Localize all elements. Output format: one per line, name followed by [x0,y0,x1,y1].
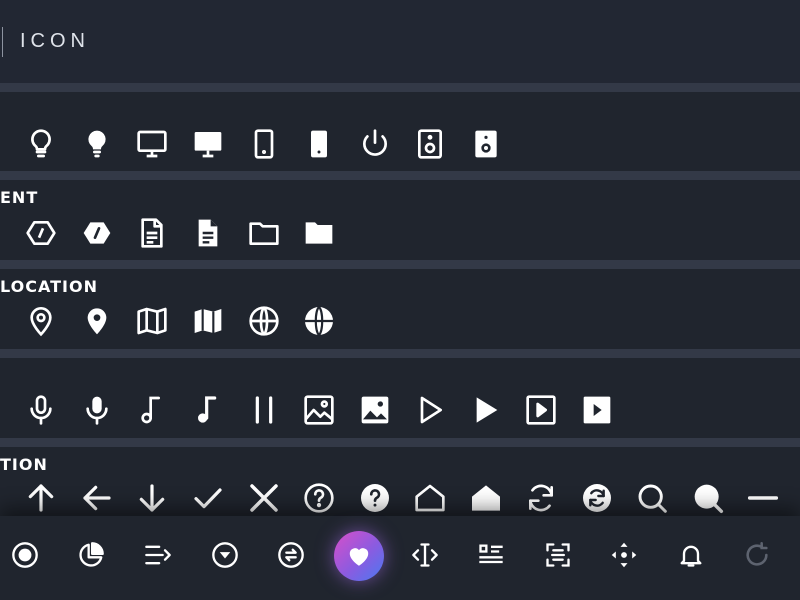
lightbulb-outline-icon[interactable] [23,126,59,162]
list-settings-icon[interactable] [473,537,509,573]
partial-icon[interactable] [0,392,16,428]
section-separator [0,349,800,358]
pause-icon[interactable] [246,392,282,428]
code-icon[interactable] [79,215,115,251]
header: ICON [0,0,800,83]
microphone-outline-icon[interactable] [23,392,59,428]
home-icon[interactable] [468,480,504,516]
monitor-icon[interactable] [190,126,226,162]
speaker-icon[interactable] [468,126,504,162]
home-outline-icon[interactable] [412,480,448,516]
document-icon[interactable] [190,215,226,251]
arrow-down-icon[interactable] [134,480,170,516]
section-separator [0,83,800,92]
globe-outline-icon[interactable] [246,303,282,339]
icon-gallery-page: ICON ENT LOCATION TION [0,0,800,600]
play-outline-icon[interactable] [412,392,448,428]
category-label-action: TION [0,455,48,474]
loading-icon [739,537,775,573]
document-outline-icon[interactable] [134,215,170,251]
record-icon[interactable] [7,537,43,573]
play-icon[interactable] [468,392,504,428]
play-square-outline-icon[interactable] [523,392,559,428]
move-icon[interactable] [606,537,642,573]
play-square-icon[interactable] [579,392,615,428]
arrow-left-icon[interactable] [79,480,115,516]
map-icon[interactable] [190,303,226,339]
folder-outline-icon[interactable] [246,215,282,251]
image-icon[interactable] [357,392,393,428]
close-icon[interactable] [246,480,282,516]
location-pin-icon[interactable] [79,303,115,339]
globe-icon[interactable] [301,303,337,339]
search-outline-icon[interactable] [634,480,670,516]
help-outline-icon[interactable] [301,480,337,516]
section-separator [0,438,800,447]
refresh-icon[interactable] [579,480,615,516]
favorite-button[interactable] [334,531,384,581]
section-separator [0,171,800,180]
partial-icon[interactable] [0,126,16,162]
folder-icon[interactable] [301,215,337,251]
dropdown-circle-icon[interactable] [207,537,243,573]
arrow-up-icon[interactable] [23,480,59,516]
help-icon[interactable] [357,480,393,516]
tablet-outline-icon[interactable] [246,126,282,162]
text-cursor-icon[interactable] [407,537,443,573]
category-label-location: LOCATION [0,277,98,296]
music-note-icon[interactable] [190,392,226,428]
map-outline-icon[interactable] [134,303,170,339]
tablet-icon[interactable] [301,126,337,162]
refresh-outline-icon[interactable] [523,480,559,516]
heart-icon [349,548,369,566]
microphone-icon[interactable] [79,392,115,428]
location-pin-outline-icon[interactable] [23,303,59,339]
music-note-outline-icon[interactable] [134,392,170,428]
code-outline-icon[interactable] [23,215,59,251]
page-title: ICON [20,30,90,52]
check-icon[interactable] [190,480,226,516]
minus-icon[interactable] [745,480,781,516]
lightbulb-icon[interactable] [79,126,115,162]
section-separator [0,260,800,269]
swap-circle-icon[interactable] [273,537,309,573]
pie-chart-icon[interactable] [73,537,109,573]
header-divider [2,27,3,57]
scan-icon[interactable] [540,537,576,573]
monitor-outline-icon[interactable] [134,126,170,162]
power-icon[interactable] [357,126,393,162]
list-arrow-icon[interactable] [140,537,176,573]
bell-icon[interactable] [673,537,709,573]
image-outline-icon[interactable] [301,392,337,428]
speaker-outline-icon[interactable] [412,126,448,162]
search-icon[interactable] [690,480,726,516]
category-label-document: ENT [0,188,39,207]
